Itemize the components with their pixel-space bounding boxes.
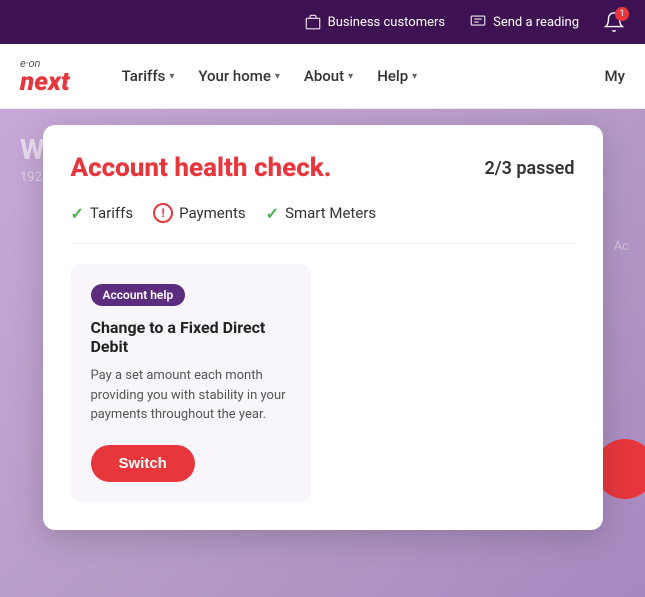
- logo[interactable]: e·on next: [20, 58, 70, 95]
- switch-button[interactable]: Switch: [91, 445, 195, 482]
- your-home-chevron-icon: ▾: [275, 71, 280, 82]
- check-smart-meters-label: Smart Meters: [285, 204, 376, 222]
- nav-my[interactable]: My: [605, 67, 625, 85]
- nav-about[interactable]: About ▾: [294, 59, 363, 93]
- tariffs-chevron-icon: ▾: [169, 71, 174, 82]
- nav-help[interactable]: Help ▾: [367, 59, 427, 93]
- your-home-label: Your home: [198, 67, 271, 85]
- notification-badge: 1: [615, 7, 629, 21]
- subcard-title: Change to a Fixed Direct Debit: [91, 318, 291, 356]
- help-chevron-icon: ▾: [412, 71, 417, 82]
- business-customers-label: Business customers: [328, 15, 445, 30]
- about-label: About: [304, 67, 344, 85]
- logo-next: next: [20, 69, 70, 95]
- help-label: Help: [377, 67, 408, 85]
- health-check-modal: Account health check. 2/3 passed ✓ Tarif…: [43, 125, 603, 530]
- notifications-button[interactable]: 1: [603, 11, 625, 33]
- nav-your-home[interactable]: Your home ▾: [188, 59, 290, 93]
- payments-warn-icon: !: [153, 203, 173, 223]
- check-payments: ! Payments: [153, 203, 246, 223]
- top-bar: Business customers Send a reading 1: [0, 0, 645, 44]
- health-header: Account health check. 2/3 passed: [71, 153, 575, 183]
- subcard-desc: Pay a set amount each month providing yo…: [91, 366, 291, 425]
- account-help-badge: Account help: [91, 284, 186, 306]
- check-tariffs-label: Tariffs: [90, 204, 133, 222]
- nav-bar: e·on next Tariffs ▾ Your home ▾ About ▾ …: [0, 44, 645, 109]
- send-reading-link[interactable]: Send a reading: [469, 13, 579, 31]
- check-tariffs: ✓ Tariffs: [71, 204, 134, 223]
- health-score: 2/3 passed: [484, 158, 574, 179]
- about-chevron-icon: ▾: [348, 71, 353, 82]
- tariffs-ok-icon: ✓: [71, 204, 84, 223]
- send-reading-label: Send a reading: [493, 15, 579, 30]
- modal-overlay: Account health check. 2/3 passed ✓ Tarif…: [0, 109, 645, 597]
- check-smart-meters: ✓ Smart Meters: [266, 204, 376, 223]
- account-help-card: Account help Change to a Fixed Direct De…: [71, 264, 311, 502]
- nav-tariffs[interactable]: Tariffs ▾: [112, 59, 185, 93]
- my-label: My: [605, 67, 625, 85]
- check-items: ✓ Tariffs ! Payments ✓ Smart Meters: [71, 203, 575, 244]
- check-payments-label: Payments: [179, 204, 246, 222]
- tariffs-label: Tariffs: [122, 67, 166, 85]
- smart-meters-ok-icon: ✓: [266, 204, 279, 223]
- health-check-title: Account health check.: [71, 153, 332, 183]
- business-customers-link[interactable]: Business customers: [304, 13, 445, 31]
- nav-items: Tariffs ▾ Your home ▾ About ▾ Help ▾: [112, 59, 573, 93]
